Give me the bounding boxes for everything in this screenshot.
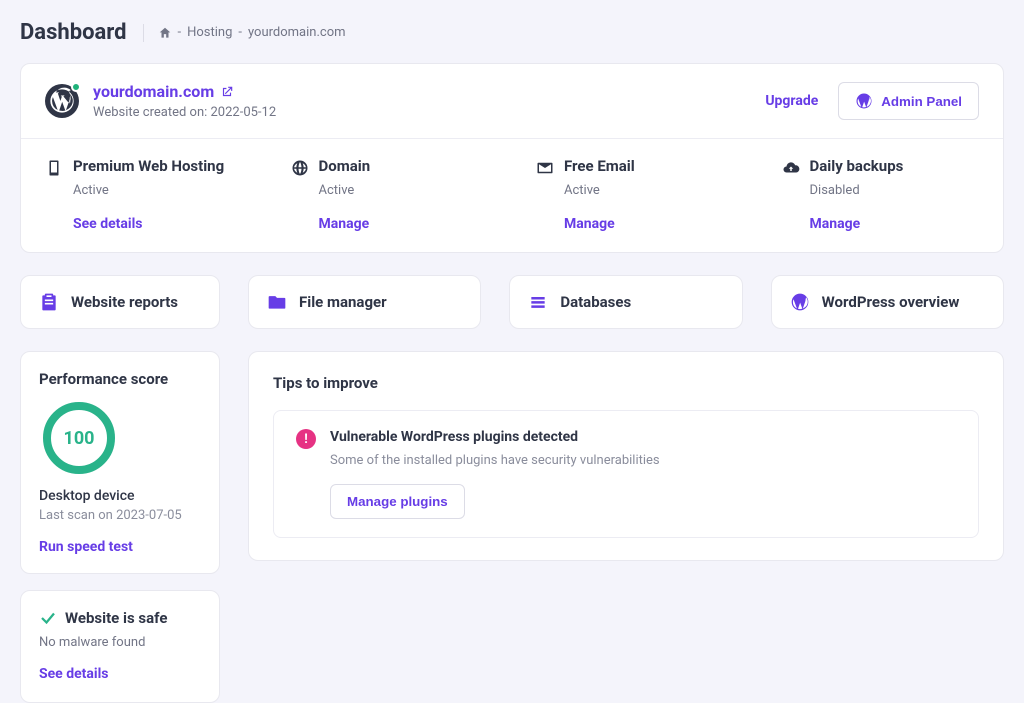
quick-website-reports[interactable]: Website reports — [20, 275, 220, 329]
home-icon — [158, 26, 172, 40]
status-domain-link[interactable]: Manage — [319, 216, 489, 232]
wordpress-icon — [48, 87, 76, 115]
folder-icon — [267, 292, 287, 312]
status-grid: Premium Web Hosting Active See details D… — [21, 139, 1003, 252]
clipboard-icon — [39, 292, 59, 312]
performance-score-ring: 100 — [43, 402, 115, 474]
run-speed-test-link[interactable]: Run speed test — [39, 539, 133, 555]
admin-panel-button[interactable]: Admin Panel — [838, 82, 979, 120]
status-hosting-link[interactable]: See details — [73, 216, 243, 232]
quick-file-manager[interactable]: File manager — [248, 275, 481, 329]
alert-icon: ! — [296, 429, 316, 449]
status-backups-link[interactable]: Manage — [810, 216, 980, 232]
status-dot-icon — [71, 82, 81, 92]
status-domain: Domain Active Manage — [267, 139, 513, 252]
globe-icon — [291, 159, 309, 177]
wordpress-icon — [855, 92, 873, 110]
quick-databases[interactable]: Databases — [509, 275, 742, 329]
performance-card: Performance score 100 Desktop device Las… — [20, 351, 220, 574]
database-icon — [528, 292, 548, 312]
status-hosting: Premium Web Hosting Active See details — [21, 139, 267, 252]
external-link-icon — [220, 85, 234, 99]
wordpress-badge — [45, 84, 79, 118]
wordpress-icon — [790, 292, 810, 312]
status-backups: Daily backups Disabled Manage — [758, 139, 1004, 252]
domain-row: yourdomain.com Website created on: 2022-… — [21, 64, 1003, 139]
quick-links-row: Website reports File manager Databases W… — [20, 275, 1004, 329]
site-summary-card: yourdomain.com Website created on: 2022-… — [20, 63, 1004, 253]
quick-wordpress-overview[interactable]: WordPress overview — [771, 275, 1004, 329]
domain-link[interactable]: yourdomain.com — [93, 82, 234, 101]
breadcrumb[interactable]: - Hosting - yourdomain.com — [143, 24, 346, 42]
tip-item: ! Vulnerable WordPress plugins detected … — [273, 410, 979, 538]
page-title: Dashboard — [20, 20, 127, 45]
status-email: Free Email Active Manage — [512, 139, 758, 252]
server-icon — [45, 159, 63, 177]
cloud-backup-icon — [782, 159, 800, 177]
page-header: Dashboard - Hosting - yourdomain.com — [20, 20, 1004, 45]
safety-card: Website is safe No malware found See det… — [20, 590, 220, 703]
check-icon — [39, 609, 57, 627]
upgrade-link[interactable]: Upgrade — [765, 93, 818, 109]
manage-plugins-button[interactable]: Manage plugins — [330, 484, 465, 519]
bottom-grid: Performance score 100 Desktop device Las… — [20, 351, 1004, 703]
created-date: Website created on: 2022-05-12 — [93, 105, 276, 120]
mail-icon — [536, 159, 554, 177]
breadcrumb-domain[interactable]: yourdomain.com — [248, 25, 346, 40]
status-email-link[interactable]: Manage — [564, 216, 734, 232]
tips-card: Tips to improve ! Vulnerable WordPress p… — [248, 351, 1004, 561]
breadcrumb-hosting[interactable]: Hosting — [187, 25, 232, 40]
safety-details-link[interactable]: See details — [39, 666, 109, 682]
performance-score-value: 100 — [64, 428, 95, 449]
